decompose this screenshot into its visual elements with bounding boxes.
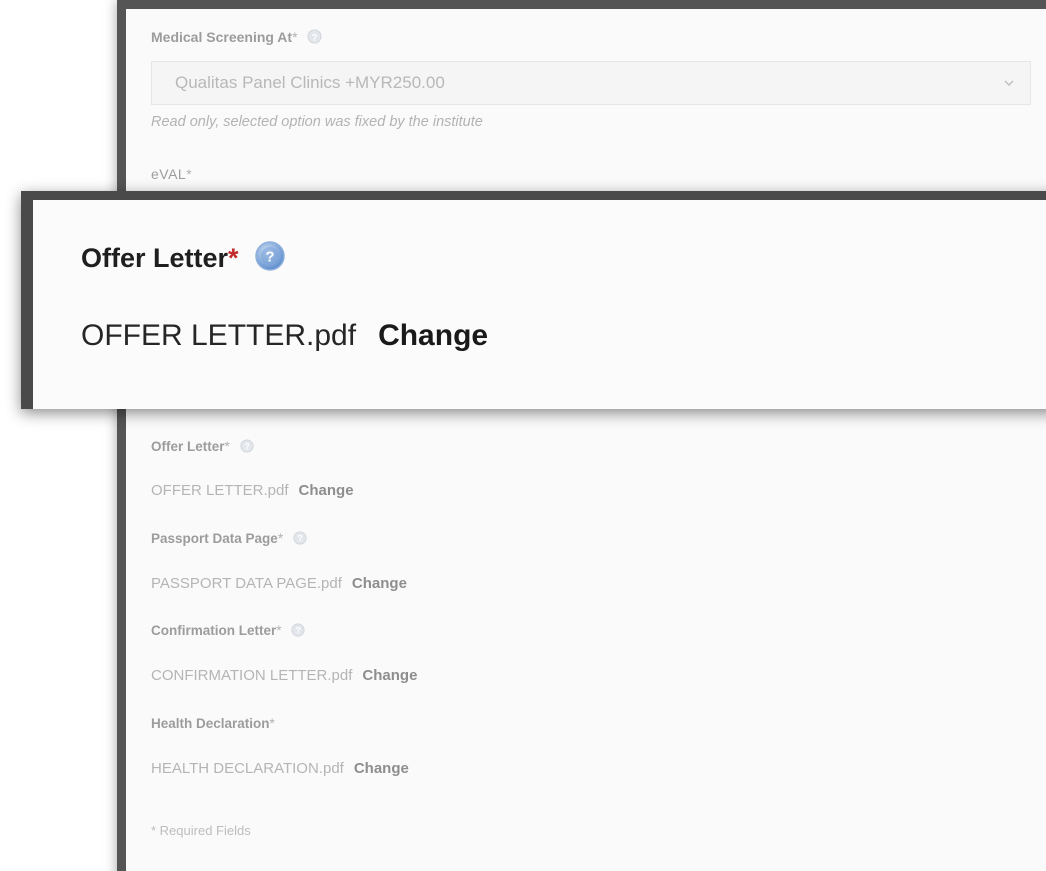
offer-letter-filename: OFFER LETTER.pdf: [151, 482, 289, 499]
offer-letter-change-link[interactable]: Change: [299, 482, 354, 499]
svg-text:?: ?: [297, 534, 302, 544]
medical-screening-label: Medical Screening At* ?: [151, 29, 322, 47]
zoom-offer-letter-change-link[interactable]: Change: [378, 319, 488, 352]
required-fields-note: * Required Fields: [151, 823, 251, 838]
confirmation-filename: CONFIRMATION LETTER.pdf: [151, 667, 353, 684]
svg-text:?: ?: [296, 626, 301, 636]
help-icon[interactable]: ?: [254, 240, 286, 279]
help-icon[interactable]: ?: [239, 439, 254, 456]
confirmation-change-link[interactable]: Change: [362, 667, 417, 684]
eval-label: eVAL*: [151, 166, 193, 182]
svg-text:?: ?: [244, 442, 249, 452]
zoom-callout-body: Offer Letter* ? OFFER LETTER.pdf Change: [33, 200, 1046, 409]
help-icon[interactable]: ?: [291, 623, 305, 640]
zoom-callout: Offer Letter* ? OFFER LETTER.pdf Change: [21, 191, 1046, 409]
readonly-hint: Read only, selected option was fixed by …: [151, 114, 483, 130]
confirmation-file: CONFIRMATION LETTER.pdf Change: [151, 667, 417, 684]
offer-letter-label: Offer Letter* ?: [151, 439, 254, 456]
medical-screening-select: Qualitas Panel Clinics +MYR250.00: [151, 61, 1031, 105]
health-label: Health Declaration*: [151, 716, 275, 731]
health-change-link[interactable]: Change: [354, 760, 409, 777]
help-icon[interactable]: ?: [307, 29, 322, 47]
zoom-offer-letter-file: OFFER LETTER.pdf Change: [81, 319, 488, 353]
screenshot-stage: Medical Screening At* ? Qualitas Panel C…: [0, 0, 1046, 871]
form-panel: Medical Screening At* ? Qualitas Panel C…: [117, 0, 1046, 871]
passport-filename: PASSPORT DATA PAGE.pdf: [151, 575, 342, 592]
health-filename: HEALTH DECLARATION.pdf: [151, 760, 344, 777]
help-icon[interactable]: ?: [293, 531, 307, 548]
svg-text:?: ?: [312, 32, 318, 42]
passport-label: Passport Data Page* ?: [151, 531, 307, 548]
medical-screening-value: Qualitas Panel Clinics +MYR250.00: [175, 73, 445, 92]
passport-change-link[interactable]: Change: [352, 575, 407, 592]
confirmation-label: Confirmation Letter* ?: [151, 623, 305, 640]
passport-file: PASSPORT DATA PAGE.pdf Change: [151, 575, 407, 592]
chevron-down-icon: [1002, 75, 1016, 95]
zoom-offer-letter-filename: OFFER LETTER.pdf: [81, 319, 357, 352]
zoom-offer-letter-label: Offer Letter* ?: [81, 240, 286, 279]
svg-text:?: ?: [265, 249, 274, 266]
offer-letter-file: OFFER LETTER.pdf Change: [151, 482, 354, 499]
health-file: HEALTH DECLARATION.pdf Change: [151, 760, 409, 777]
